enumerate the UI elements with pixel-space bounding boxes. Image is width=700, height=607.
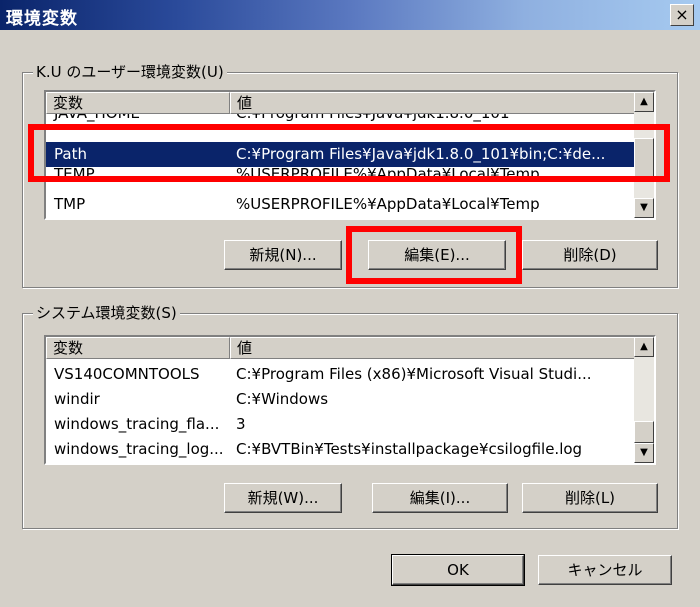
user-variables-list[interactable]: 変数 値 JAVA_HOME C:¥Program Files¥Java¥jdk… xyxy=(44,90,656,220)
vertical-scrollbar[interactable]: ▲ ▼ xyxy=(634,337,654,463)
user-delete-button[interactable]: 削除(D) xyxy=(522,240,658,270)
variable-value: C:¥Windows xyxy=(236,390,329,408)
variable-name: JAVA_HOME xyxy=(46,114,230,126)
list-header: 変数 値 xyxy=(46,92,636,114)
column-header-value[interactable]: 値 xyxy=(230,92,636,114)
variable-value: C:¥BVTBin¥Tests¥installpackage¥csilogfil… xyxy=(236,440,583,458)
variable-name: windows_tracing_log... xyxy=(54,440,224,458)
variable-name: VS140COMNTOOLS xyxy=(54,365,200,383)
column-header-value[interactable]: 値 xyxy=(230,337,636,359)
variable-value: %USERPROFILE%¥AppData¥Local¥Temp xyxy=(236,168,540,180)
system-delete-button[interactable]: 削除(L) xyxy=(522,483,658,513)
list-item[interactable]: windows_tracing_fla... 3 xyxy=(46,412,636,437)
variable-value: C:¥Program Files (x86)¥Microsoft Visual … xyxy=(236,365,592,383)
list-item-partial[interactable]: JAVA_HOME C:¥Program Files¥Java¥jdk1.8.0… xyxy=(46,114,636,126)
variable-name: TMP xyxy=(54,195,86,213)
list-item[interactable]: windows_tracing_log... C:¥BVTBin¥Tests¥i… xyxy=(46,437,636,462)
list-item[interactable]: TMP %USERPROFILE%¥AppData¥Local¥Temp xyxy=(46,192,636,217)
scroll-down-icon[interactable]: ▼ xyxy=(634,198,654,218)
variable-name: Path xyxy=(54,145,87,163)
list-item-selected[interactable]: Path C:¥Program Files¥Java¥jdk1.8.0_101¥… xyxy=(46,142,636,167)
list-item[interactable]: VS140COMNTOOLS C:¥Program Files (x86)¥Mi… xyxy=(46,362,636,387)
variable-value: %USERPROFILE%¥AppData¥Local¥Temp xyxy=(236,195,540,213)
variable-value: C:¥Program Files¥Java¥jdk1.8.0_101 xyxy=(230,114,636,126)
user-edit-button[interactable]: 編集(E)... xyxy=(368,240,506,270)
column-header-variable[interactable]: 変数 xyxy=(46,92,230,114)
close-button[interactable]: × xyxy=(670,4,694,26)
list-item[interactable]: TEMP %USERPROFILE%¥AppData¥Local¥Temp xyxy=(46,168,636,186)
user-new-button[interactable]: 新規(N)... xyxy=(224,240,342,270)
list-item[interactable]: windir C:¥Windows xyxy=(46,387,636,412)
scroll-thumb[interactable] xyxy=(634,138,654,178)
ok-button[interactable]: OK xyxy=(391,554,525,586)
system-variables-list[interactable]: 変数 値 VS140COMNTOOLS C:¥Program Files (x8… xyxy=(44,335,656,465)
list-header: 変数 値 xyxy=(46,337,636,359)
variable-value: 3 xyxy=(236,415,246,433)
title-bar[interactable]: 環境変数 × xyxy=(0,0,700,30)
scroll-up-icon[interactable]: ▲ xyxy=(634,92,654,112)
user-variables-label: K.U のユーザー環境変数(U) xyxy=(33,62,227,82)
system-edit-button[interactable]: 編集(I)... xyxy=(372,483,508,513)
variable-name: TEMP xyxy=(54,168,95,180)
cancel-button[interactable]: キャンセル xyxy=(538,555,672,585)
column-header-variable[interactable]: 変数 xyxy=(46,337,230,359)
variable-value: C:¥Program Files¥Java¥jdk1.8.0_101¥bin;C… xyxy=(236,145,606,163)
vertical-scrollbar[interactable]: ▲ ▼ xyxy=(634,92,654,218)
scroll-down-icon[interactable]: ▼ xyxy=(634,443,654,463)
system-variables-label: システム環境変数(S) xyxy=(33,303,180,323)
variable-name: windows_tracing_fla... xyxy=(54,415,220,433)
scroll-up-icon[interactable]: ▲ xyxy=(634,337,654,357)
system-new-button[interactable]: 新規(W)... xyxy=(224,483,342,513)
variable-name: windir xyxy=(54,390,100,408)
window-title: 環境変数 xyxy=(6,9,78,29)
scroll-thumb[interactable] xyxy=(634,421,654,443)
